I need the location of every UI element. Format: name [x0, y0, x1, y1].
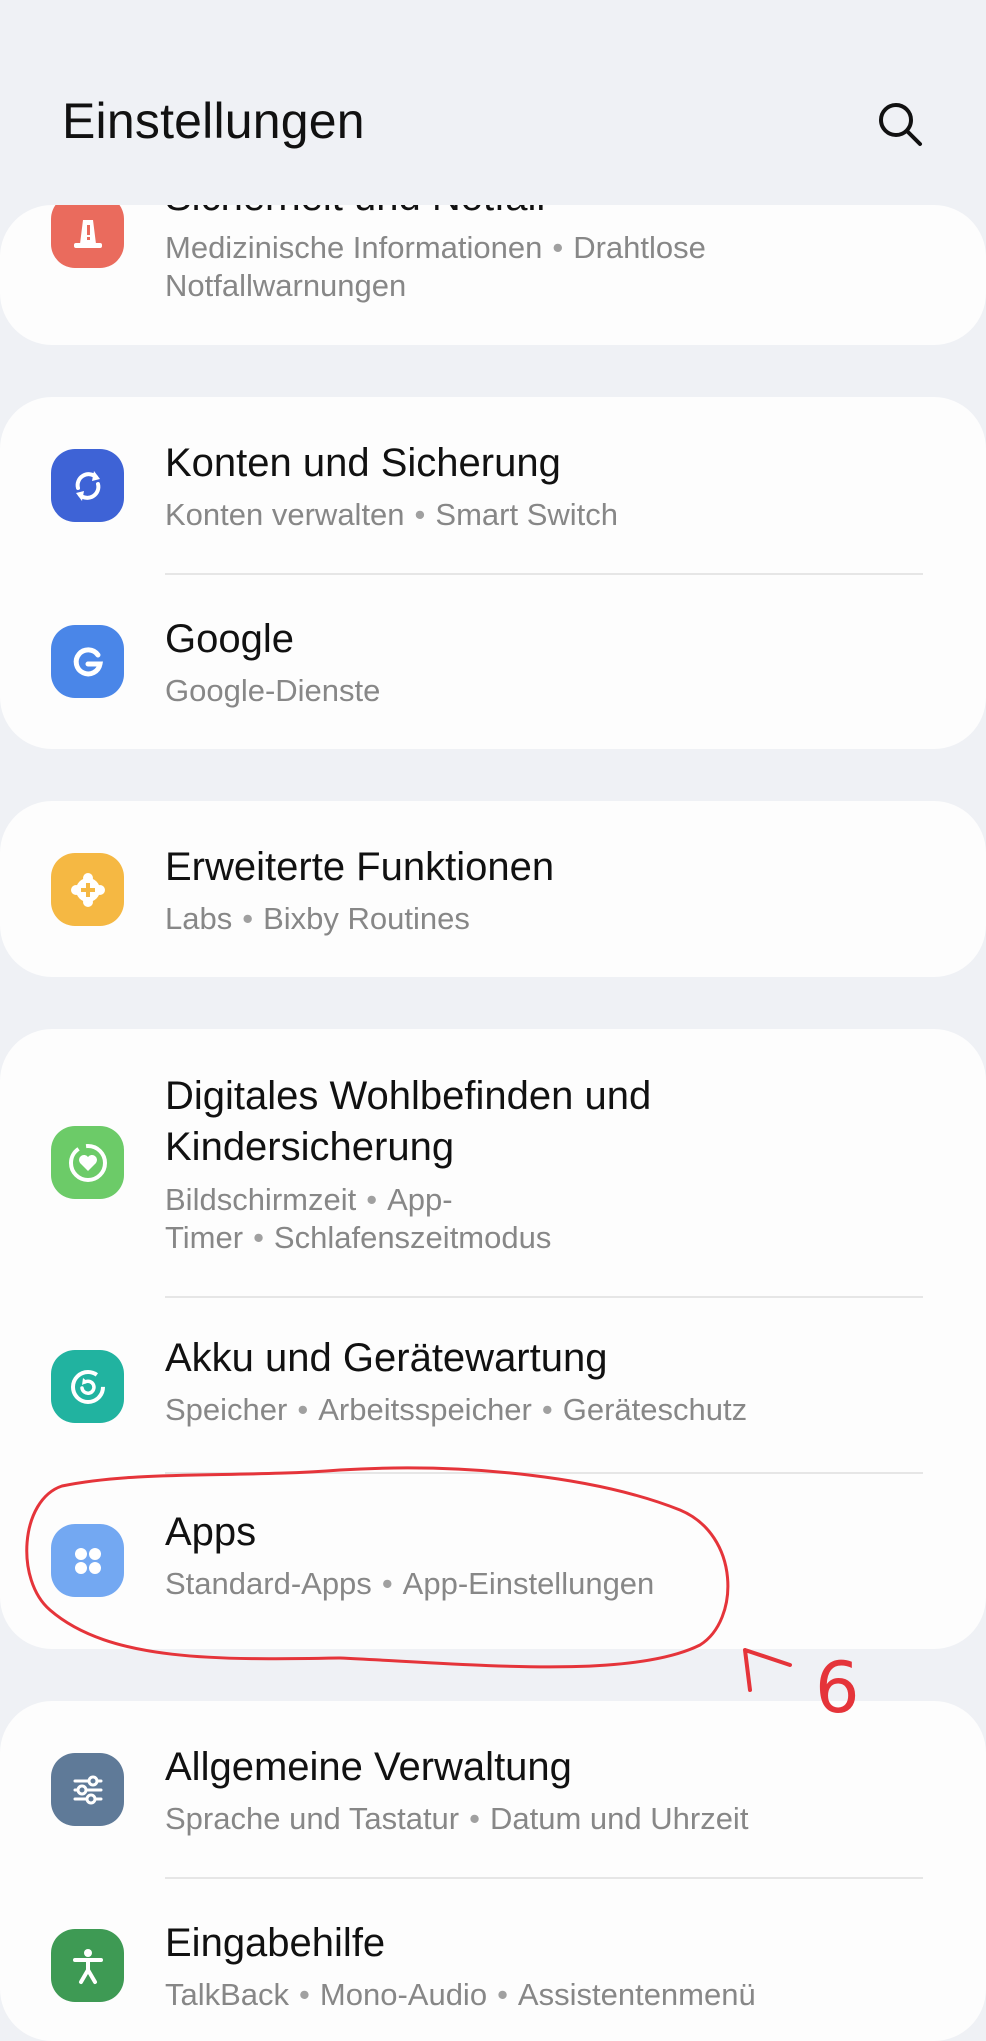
settings-group-device: Digitales Wohlbefinden und Kindersicheru… [0, 1029, 986, 1649]
setting-subtitle: Labs • Bixby Routines [165, 901, 470, 936]
heart-ring-icon [51, 1126, 124, 1199]
setting-title: Digitales Wohlbefinden und Kindersicheru… [165, 1074, 652, 1169]
setting-subtitle: Medizinische Informationen • Drahtlose Not… [165, 230, 706, 303]
setting-subtitle: Konten verwalten • Smart Switch [165, 497, 619, 532]
setting-item-general-management[interactable]: Allgemeine Verwaltung Sprache und Tastat… [0, 1701, 986, 1877]
puzzle-plus-icon [51, 853, 124, 926]
settings-group-general: Allgemeine Verwaltung Sprache und Tastat… [0, 1701, 986, 2041]
device-care-icon [51, 1350, 124, 1423]
annotation-arrow [743, 1648, 792, 1692]
header: Einstellungen [0, 0, 986, 200]
setting-subtitle: Sprache und Tastatur • Datum und Uhrzeit [165, 1801, 749, 1836]
setting-item-accounts[interactable]: Konten und Sicherung Konten verwalten • Sm… [0, 397, 986, 573]
setting-item-safety[interactable]: Sicherheit und Notfall Medizinische Info… [0, 205, 986, 345]
setting-subtitle: Speicher • Arbeitsspeicher • Geräteschutz [165, 1392, 748, 1427]
settings-group-advanced: Erweiterte Funktionen Labs • Bixby Routine… [0, 801, 986, 977]
setting-title: Google [165, 617, 294, 661]
search-button[interactable] [872, 96, 928, 152]
apps-grid-icon [51, 1524, 124, 1597]
setting-item-digital-wellbeing[interactable]: Digitales Wohlbefinden und Kindersicheru… [0, 1029, 986, 1296]
setting-title: Akku und Gerätewartung [165, 1336, 608, 1380]
google-icon [51, 625, 124, 698]
setting-item-apps[interactable]: Apps Standard-Apps • App-Einstellungen [0, 1474, 986, 1649]
setting-title: Allgemeine Verwaltung [165, 1745, 572, 1789]
setting-subtitle: Bildschirmzeit • App-Timer • Schlafenszeitmo… [165, 1182, 552, 1255]
setting-title: Apps [165, 1510, 257, 1554]
sliders-icon [51, 1753, 124, 1826]
setting-subtitle: TalkBack • Mono-Audio • Assistentenmenü [165, 1977, 756, 2012]
setting-title: Sicherheit und Notfall [165, 205, 545, 220]
setting-item-accessibility[interactable]: Eingabehilfe TalkBack • Mono-Audio • Assiste… [0, 1879, 986, 2041]
safety-alert-icon [51, 205, 124, 268]
search-icon [879, 103, 922, 146]
setting-item-battery-device-care[interactable]: Akku und Gerätewartung Speicher • Arbeitss… [0, 1298, 986, 1472]
sync-icon [51, 449, 124, 522]
setting-subtitle: Standard-Apps • App-Einstellungen [165, 1566, 655, 1601]
settings-group-safety: Sicherheit und Notfall Medizinische Info… [0, 205, 986, 345]
setting-title: Erweiterte Funktionen [165, 845, 555, 889]
setting-title: Eingabehilfe [165, 1921, 386, 1965]
setting-title: Konten und Sicherung [165, 441, 561, 485]
setting-subtitle: Google-Dienste [165, 673, 381, 708]
setting-item-advanced-features[interactable]: Erweiterte Funktionen Labs • Bixby Routine… [0, 801, 986, 977]
setting-item-google[interactable]: Google Google-Dienste [0, 575, 986, 749]
settings-group-accounts: Konten und Sicherung Konten verwalten • Sm… [0, 397, 986, 749]
page-title: Einstellungen [62, 93, 365, 149]
accessibility-icon [51, 1929, 124, 2002]
